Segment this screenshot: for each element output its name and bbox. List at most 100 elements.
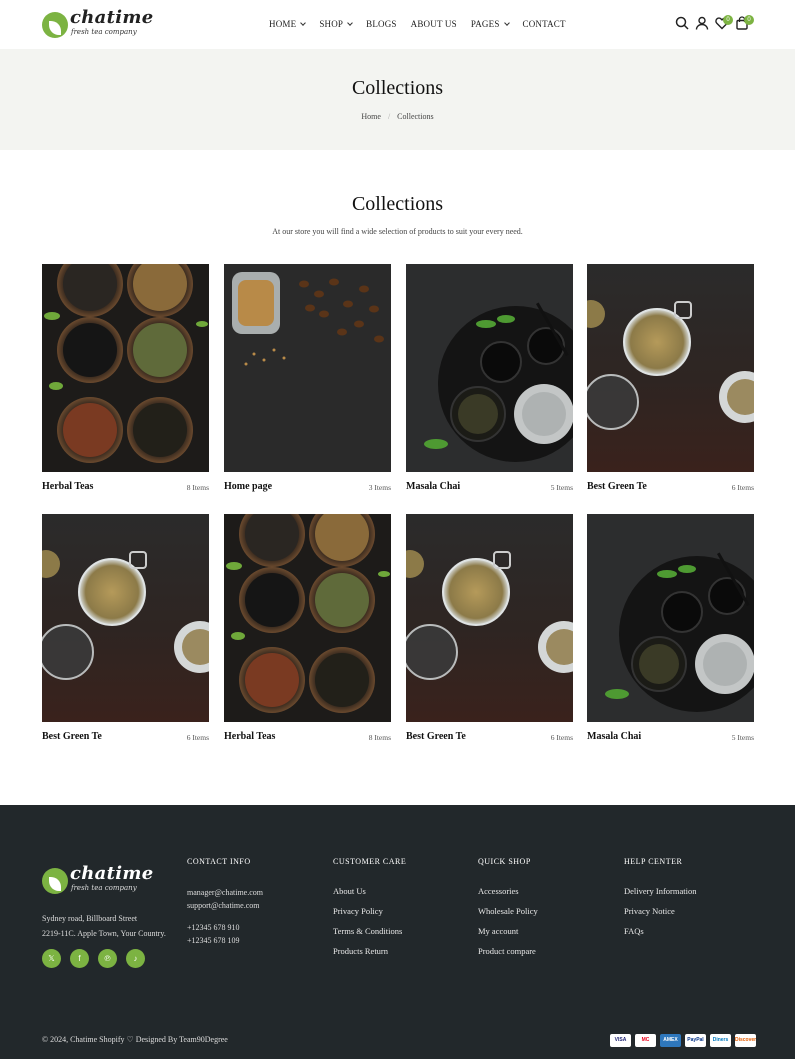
footer-address: Sydney road, Billboard Street 2219-11C. … xyxy=(42,914,166,938)
collection-card[interactable]: Best Green Te 6 Items xyxy=(587,264,754,504)
nav-contact[interactable]: CONTACT xyxy=(523,19,566,29)
paypal-icon: PayPal xyxy=(685,1034,706,1047)
collection-image[interactable] xyxy=(587,264,754,472)
pinterest-icon[interactable]: ℗ xyxy=(98,949,117,968)
logo-tagline: fresh tea company xyxy=(71,884,137,892)
collection-card[interactable]: Herbal Teas 8 Items xyxy=(224,514,391,754)
footer-heading: CUSTOMER CARE xyxy=(333,857,407,866)
footer-link[interactable]: Delivery Information xyxy=(624,886,696,896)
footer-heading: HELP CENTER xyxy=(624,857,683,866)
footer-link[interactable]: My account xyxy=(478,926,538,936)
footer-logo[interactable]: chatime fresh tea company xyxy=(42,863,154,897)
collection-name[interactable]: Masala Chai xyxy=(406,481,460,492)
nav-about-us[interactable]: ABOUT US xyxy=(411,19,457,29)
collection-count: 8 Items xyxy=(186,483,209,492)
footer-heading: CONTACT INFO xyxy=(187,857,251,866)
collection-card[interactable]: Herbal Teas 8 Items xyxy=(42,264,209,504)
collection-count: 6 Items xyxy=(731,483,754,492)
collection-name[interactable]: Best Green Te xyxy=(587,481,647,492)
account-icon[interactable] xyxy=(695,15,709,34)
collection-image[interactable] xyxy=(406,264,573,472)
collection-name[interactable]: Herbal Teas xyxy=(42,481,93,492)
collection-image[interactable] xyxy=(406,514,573,722)
collection-image[interactable] xyxy=(42,264,209,472)
amex-icon: AMEX xyxy=(660,1034,681,1047)
page-banner: Collections Home / Collections xyxy=(0,49,795,150)
breadcrumb-home[interactable]: Home xyxy=(361,112,381,121)
logo-tagline: fresh tea company xyxy=(71,28,137,36)
footer-link[interactable]: Accessories xyxy=(478,886,538,896)
tiktok-icon[interactable]: ♪ xyxy=(126,949,145,968)
nav-blogs[interactable]: BLOGS xyxy=(366,19,397,29)
x-icon[interactable]: 𝕏 xyxy=(42,949,61,968)
chevron-down-icon xyxy=(347,19,353,26)
mastercard-icon: MC xyxy=(635,1034,656,1047)
main-nav: HOME SHOP BLOGS ABOUT US PAGES CONTACT xyxy=(269,19,580,29)
logo[interactable]: chatime fresh tea company xyxy=(42,7,154,41)
footer-link[interactable]: Products Return xyxy=(333,946,406,956)
nav-pages[interactable]: PAGES xyxy=(471,19,510,29)
site-footer: chatime fresh tea company Sydney road, B… xyxy=(0,805,795,1059)
contact-email-2[interactable]: support@chatime.com xyxy=(187,899,263,912)
logo-brand: chatime xyxy=(70,7,154,28)
collection-card[interactable]: Best Green Te 6 Items xyxy=(42,514,209,754)
payment-methods: VISA MC AMEX PayPal Diners Discover xyxy=(610,1034,756,1047)
footer-link[interactable]: Wholesale Policy xyxy=(478,906,538,916)
chevron-down-icon xyxy=(300,19,307,26)
breadcrumb-current: Collections xyxy=(397,112,434,121)
collection-count: 3 Items xyxy=(368,483,391,492)
collection-count: 6 Items xyxy=(186,733,209,742)
collection-card[interactable]: Masala Chai 5 Items xyxy=(406,264,573,504)
site-header: chatime fresh tea company HOME SHOP BLOG… xyxy=(0,0,795,49)
collection-card[interactable]: Masala Chai 5 Items xyxy=(587,514,754,754)
collection-card[interactable]: Home page 3 Items xyxy=(224,264,391,504)
footer-customer-care: CUSTOMER CARE About Us Privacy Policy Te… xyxy=(333,857,406,966)
nav-shop[interactable]: SHOP xyxy=(319,19,353,29)
footer-link[interactable]: Privacy Notice xyxy=(624,906,696,916)
breadcrumb: Home / Collections xyxy=(361,112,434,121)
collection-image[interactable] xyxy=(224,514,391,722)
logo-brand: chatime xyxy=(70,863,154,884)
logo-badge xyxy=(42,868,68,894)
header-icons: 0 0 xyxy=(675,15,755,35)
collection-image[interactable] xyxy=(587,514,754,722)
collection-count: 8 Items xyxy=(368,733,391,742)
collection-name[interactable]: Masala Chai xyxy=(587,731,641,742)
collection-count: 5 Items xyxy=(550,483,573,492)
page-title: Collections xyxy=(351,77,444,99)
collection-image[interactable] xyxy=(42,514,209,722)
section-title: Collections xyxy=(351,193,444,215)
facebook-icon[interactable]: f xyxy=(70,949,89,968)
collection-name[interactable]: Herbal Teas xyxy=(224,731,275,742)
visa-icon: VISA xyxy=(610,1034,631,1047)
section-subtitle: At our store you will find a wide select… xyxy=(272,227,523,236)
collection-image[interactable] xyxy=(224,264,391,472)
footer-link[interactable]: About Us xyxy=(333,886,406,896)
footer-link[interactable]: Product compare xyxy=(478,946,538,956)
contact-email-1[interactable]: manager@chatime.com xyxy=(187,886,263,899)
contact-phone-1[interactable]: +12345 678 910 xyxy=(187,921,263,934)
collection-name[interactable]: Best Green Te xyxy=(42,731,102,742)
wishlist-count-badge: 0 xyxy=(723,15,733,25)
collection-name[interactable]: Home page xyxy=(224,481,272,492)
discover-icon: Discover xyxy=(735,1034,756,1047)
cart-count-badge: 0 xyxy=(744,15,754,25)
footer-quick-shop: QUICK SHOP Accessories Wholesale Policy … xyxy=(478,857,538,966)
footer-link[interactable]: Privacy Policy xyxy=(333,906,406,916)
copyright: © 2024, Chatime Shopify ♡ Designed By Te… xyxy=(42,1035,228,1044)
collection-name[interactable]: Best Green Te xyxy=(406,731,466,742)
footer-help-center: HELP CENTER Delivery Information Privacy… xyxy=(624,857,696,946)
contact-phone-2[interactable]: +12345 678 109 xyxy=(187,934,263,947)
footer-heading: QUICK SHOP xyxy=(478,857,531,866)
search-icon[interactable] xyxy=(675,15,689,34)
footer-link[interactable]: Terms & Conditions xyxy=(333,926,406,936)
social-links: 𝕏 f ℗ ♪ xyxy=(42,949,145,968)
collection-card[interactable]: Best Green Te 6 Items xyxy=(406,514,573,754)
logo-badge xyxy=(42,12,68,38)
footer-link[interactable]: FAQs xyxy=(624,926,696,936)
footer-contact: CONTACT INFO manager@chatime.com support… xyxy=(187,857,263,947)
chevron-down-icon xyxy=(503,19,510,26)
collection-count: 5 Items xyxy=(731,733,754,742)
nav-home[interactable]: HOME xyxy=(269,19,307,29)
collection-count: 6 Items xyxy=(550,733,573,742)
